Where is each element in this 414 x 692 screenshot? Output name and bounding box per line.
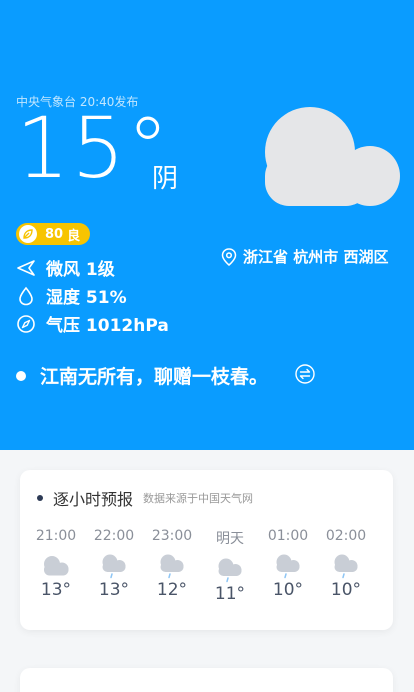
hour-temp: 11°: [214, 584, 246, 604]
cloud-rain-icon: [160, 554, 184, 579]
compass-icon: [17, 314, 35, 333]
cloud-rain-icon: [276, 554, 300, 579]
hour-time: 明天: [216, 531, 244, 547]
quote-text: 江南无所有，聊赠一枝春。: [40, 366, 269, 388]
hour-item: 22:00 13°: [85, 528, 143, 600]
humidity-row: 湿度 51%: [16, 283, 127, 308]
hourly-forecast-card: 逐小时预报 数据来源于中国天气网 21:00 13° 22:00 13° 23:…: [20, 470, 393, 630]
hour-temp: 13°: [40, 580, 72, 600]
hourly-header: 逐小时预报 数据来源于中国天气网: [37, 486, 253, 510]
hour-time: 02:00: [325, 528, 367, 544]
aqi-badge[interactable]: 80 良: [16, 223, 91, 245]
hourly-title: 逐小时预报: [53, 490, 134, 509]
wind-row: 微风 1级: [16, 255, 115, 280]
daily-quote: 江南无所有，聊赠一枝春。: [16, 362, 268, 389]
current-condition: 阴: [152, 164, 179, 194]
pressure-text: 气压 1012hPa: [46, 316, 169, 336]
hour-item: 21:00 13°: [27, 528, 85, 600]
cloud-icon: [44, 556, 69, 576]
aqi-value: 80: [45, 226, 64, 242]
cloud-rain-icon: [334, 554, 358, 579]
cloud-rain-icon: [102, 554, 126, 579]
hour-time: 22:00: [93, 528, 135, 544]
weather-hero: 中央气象台 20:40发布 15° 阴 80 良 浙江省 杭州市 西湖区 微风 …: [0, 0, 414, 450]
water-drop-icon: [19, 286, 33, 305]
hour-temp: 13°: [98, 580, 130, 600]
cloud-icon: [265, 107, 400, 206]
hourly-list[interactable]: 21:00 13° 22:00 13° 23:00 12° 明天 11° 01:…: [20, 528, 393, 624]
humidity-text: 湿度 51%: [46, 288, 127, 308]
location-pin-icon: [221, 247, 237, 266]
quote-dot: [16, 370, 26, 381]
hour-temp: 10°: [272, 580, 304, 600]
wind-direction-icon: [17, 259, 35, 276]
hour-time: 01:00: [267, 528, 309, 544]
cloud-rain-icon: [218, 558, 242, 583]
pressure-row: 气压 1012hPa: [16, 311, 169, 336]
hour-item: 01:00 10°: [259, 528, 317, 600]
refresh-quote-icon[interactable]: [295, 364, 315, 384]
hour-time: 23:00: [151, 528, 193, 544]
location-text: 浙江省 杭州市 西湖区: [243, 248, 389, 266]
aqi-level: 良: [67, 228, 81, 244]
hour-item: 02:00 10°: [317, 528, 375, 600]
data-source: 数据来源于中国天气网: [143, 492, 254, 505]
leaf-icon: [19, 225, 37, 243]
hour-item: 23:00 12°: [143, 528, 201, 600]
hour-time: 21:00: [35, 528, 77, 544]
wind-text: 微风 1级: [46, 260, 115, 280]
location[interactable]: 浙江省 杭州市 西湖区: [221, 246, 388, 267]
current-temperature: 15°: [16, 99, 171, 197]
hour-temp: 12°: [156, 580, 188, 600]
next-card: [20, 668, 393, 692]
hour-item: 明天 11°: [201, 528, 259, 604]
hour-temp: 10°: [330, 580, 362, 600]
header-dot: [37, 495, 43, 501]
